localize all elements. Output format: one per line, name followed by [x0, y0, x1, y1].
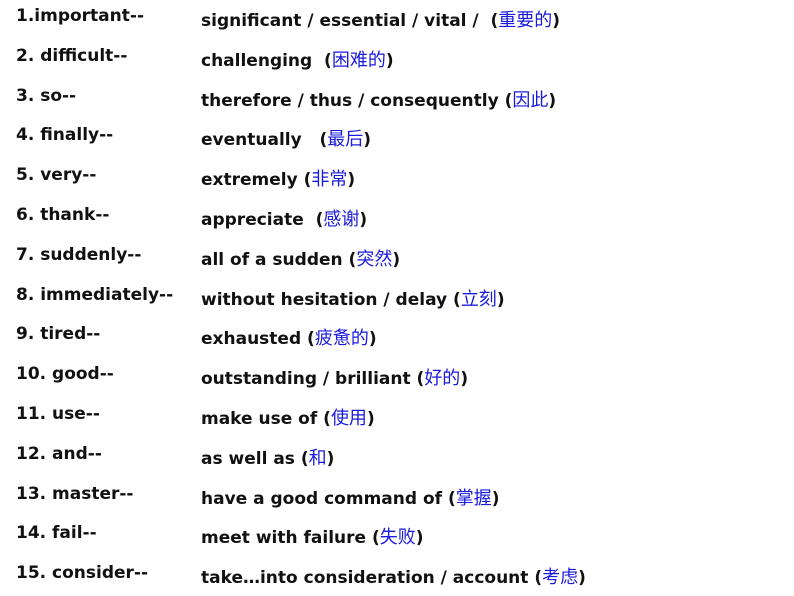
vocab-term: 9. tired-- [16, 324, 101, 345]
synonyms-text: significant / essential / vital / [201, 11, 491, 31]
vocab-row: 15. consider-- take…into consideration / … [0, 563, 794, 593]
chinese-meaning: 重要的 [498, 10, 553, 31]
chinese-meaning: 使用 [330, 408, 367, 429]
vocab-term: 1.important-- [16, 6, 144, 26]
vocab-row: 9. tired-- exhausted 疲惫的 [0, 324, 794, 354]
synonyms-text: as well as [201, 448, 301, 469]
open-paren [448, 489, 456, 509]
chinese-meaning: 突然 [356, 248, 393, 270]
synonyms-text: therefore / thus / consequently [201, 90, 505, 111]
chinese-meaning: 立刻 [460, 288, 497, 310]
close-paren [416, 528, 424, 548]
vocab-row: 3. so-- therefore / thus / consequently 因… [0, 86, 794, 116]
close-paren [460, 369, 468, 389]
vocab-row: 11. use-- make use of 使用 [0, 404, 794, 434]
vocab-row: 5. very-- extremely 非常 [0, 165, 794, 195]
open-paren [323, 409, 331, 429]
vocab-term: 5. very-- [16, 165, 97, 186]
synonyms-text: make use of [201, 409, 324, 429]
vocab-synonyms: extremely 非常 [201, 165, 355, 191]
close-paren [327, 449, 335, 469]
vocab-row: 14. fail-- meet with failure 失败 [0, 523, 794, 553]
chinese-meaning: 考虑 [542, 567, 579, 589]
close-paren [367, 409, 375, 429]
vocab-term: 13. master-- [16, 483, 134, 504]
chinese-meaning: 最后 [327, 129, 364, 151]
vocab-synonyms: take…into consideration / account 考虑 [201, 563, 586, 589]
vocab-term: 10. good-- [16, 364, 114, 385]
synonyms-text: meet with failure [201, 528, 372, 549]
synonyms-text: all of a sudden [201, 249, 349, 270]
vocab-synonyms: as well as 和 [201, 444, 334, 470]
vocab-synonyms: eventually 最后 [201, 125, 371, 151]
close-paren [359, 210, 367, 230]
vocab-synonyms: outstanding / brilliant 好的 [201, 364, 468, 390]
synonyms-text: without hesitation / delay [201, 289, 454, 310]
vocab-row: 12. and-- as well as 和 [0, 444, 794, 474]
vocab-synonyms: therefore / thus / consequently 因此 [201, 86, 556, 112]
open-paren [534, 568, 542, 588]
open-paren [453, 290, 461, 310]
synonyms-text: have a good command of [201, 488, 448, 509]
vocab-synonyms: make use of 使用 [201, 404, 375, 430]
vocab-row: 7. suddenly-- all of a sudden 突然 [0, 245, 794, 275]
vocab-term: 11. use-- [16, 404, 100, 424]
close-paren [392, 250, 400, 270]
open-paren [301, 449, 309, 469]
synonyms-text: exhausted [201, 329, 308, 350]
close-paren [363, 130, 371, 150]
vocab-term: 4. finally-- [16, 125, 114, 146]
chinese-meaning: 失败 [379, 527, 416, 549]
vocab-synonyms: have a good command of 掌握 [201, 484, 500, 510]
synonyms-text: outstanding / brilliant [201, 369, 417, 390]
vocab-synonyms: exhausted 疲惫的 [201, 324, 377, 350]
close-paren [548, 91, 556, 111]
close-paren [347, 170, 355, 190]
chinese-meaning: 感谢 [323, 209, 360, 230]
vocab-term: 3. so-- [16, 85, 77, 106]
chinese-meaning: 好的 [424, 368, 461, 390]
synonyms-text: take…into consideration / account [201, 568, 535, 589]
open-paren [324, 51, 332, 71]
vocab-row: 10. good-- outstanding / brilliant 好的 [0, 364, 794, 394]
synonyms-text: appreciate [201, 210, 316, 230]
vocab-row: 4. finally-- eventually 最后 [0, 125, 794, 155]
vocab-synonyms: appreciate 感谢 [201, 205, 367, 231]
vocab-row: 8. immediately-- without hesitation / del… [0, 285, 794, 315]
vocab-row: 13. master-- have a good command of 掌握 [0, 484, 794, 514]
chinese-meaning: 疲惫的 [314, 328, 369, 350]
vocab-row: 6. thank-- appreciate 感谢 [0, 205, 794, 235]
vocab-term: 6. thank-- [16, 205, 110, 225]
vocab-row: 1.important-- significant / essential / v… [0, 6, 794, 36]
vocab-term: 12. and-- [16, 443, 102, 464]
close-paren [552, 11, 560, 31]
open-paren [307, 329, 315, 349]
close-paren [497, 290, 505, 310]
vocab-synonyms: meet with failure 失败 [201, 523, 424, 549]
chinese-meaning: 因此 [512, 89, 549, 111]
close-paren [369, 329, 377, 349]
close-paren [492, 489, 500, 509]
synonyms-text: challenging [201, 50, 325, 71]
close-paren [386, 51, 394, 71]
chinese-meaning: 困难的 [331, 49, 386, 71]
open-paren [372, 528, 380, 548]
chinese-meaning: 掌握 [455, 487, 492, 509]
chinese-meaning: 非常 [311, 169, 348, 191]
vocab-synonyms: all of a sudden 突然 [201, 245, 400, 271]
vocab-term: 8. immediately-- [16, 284, 174, 305]
close-paren [578, 568, 586, 588]
vocab-synonyms: without hesitation / delay 立刻 [201, 285, 505, 311]
vocab-synonyms: challenging 困难的 [201, 46, 394, 72]
chinese-meaning: 和 [308, 447, 327, 469]
synonyms-text: eventually [201, 130, 320, 151]
vocab-term: 2. difficult-- [16, 45, 128, 66]
vocab-term: 15. consider-- [16, 563, 149, 584]
vocab-term: 7. suddenly-- [16, 244, 142, 265]
vocab-term: 14. fail-- [16, 523, 97, 544]
vocab-row: 2. difficult-- challenging 困难的 [0, 46, 794, 76]
synonyms-text: extremely [201, 170, 304, 191]
vocab-synonyms: significant / essential / vital / 重要的 [201, 6, 560, 32]
